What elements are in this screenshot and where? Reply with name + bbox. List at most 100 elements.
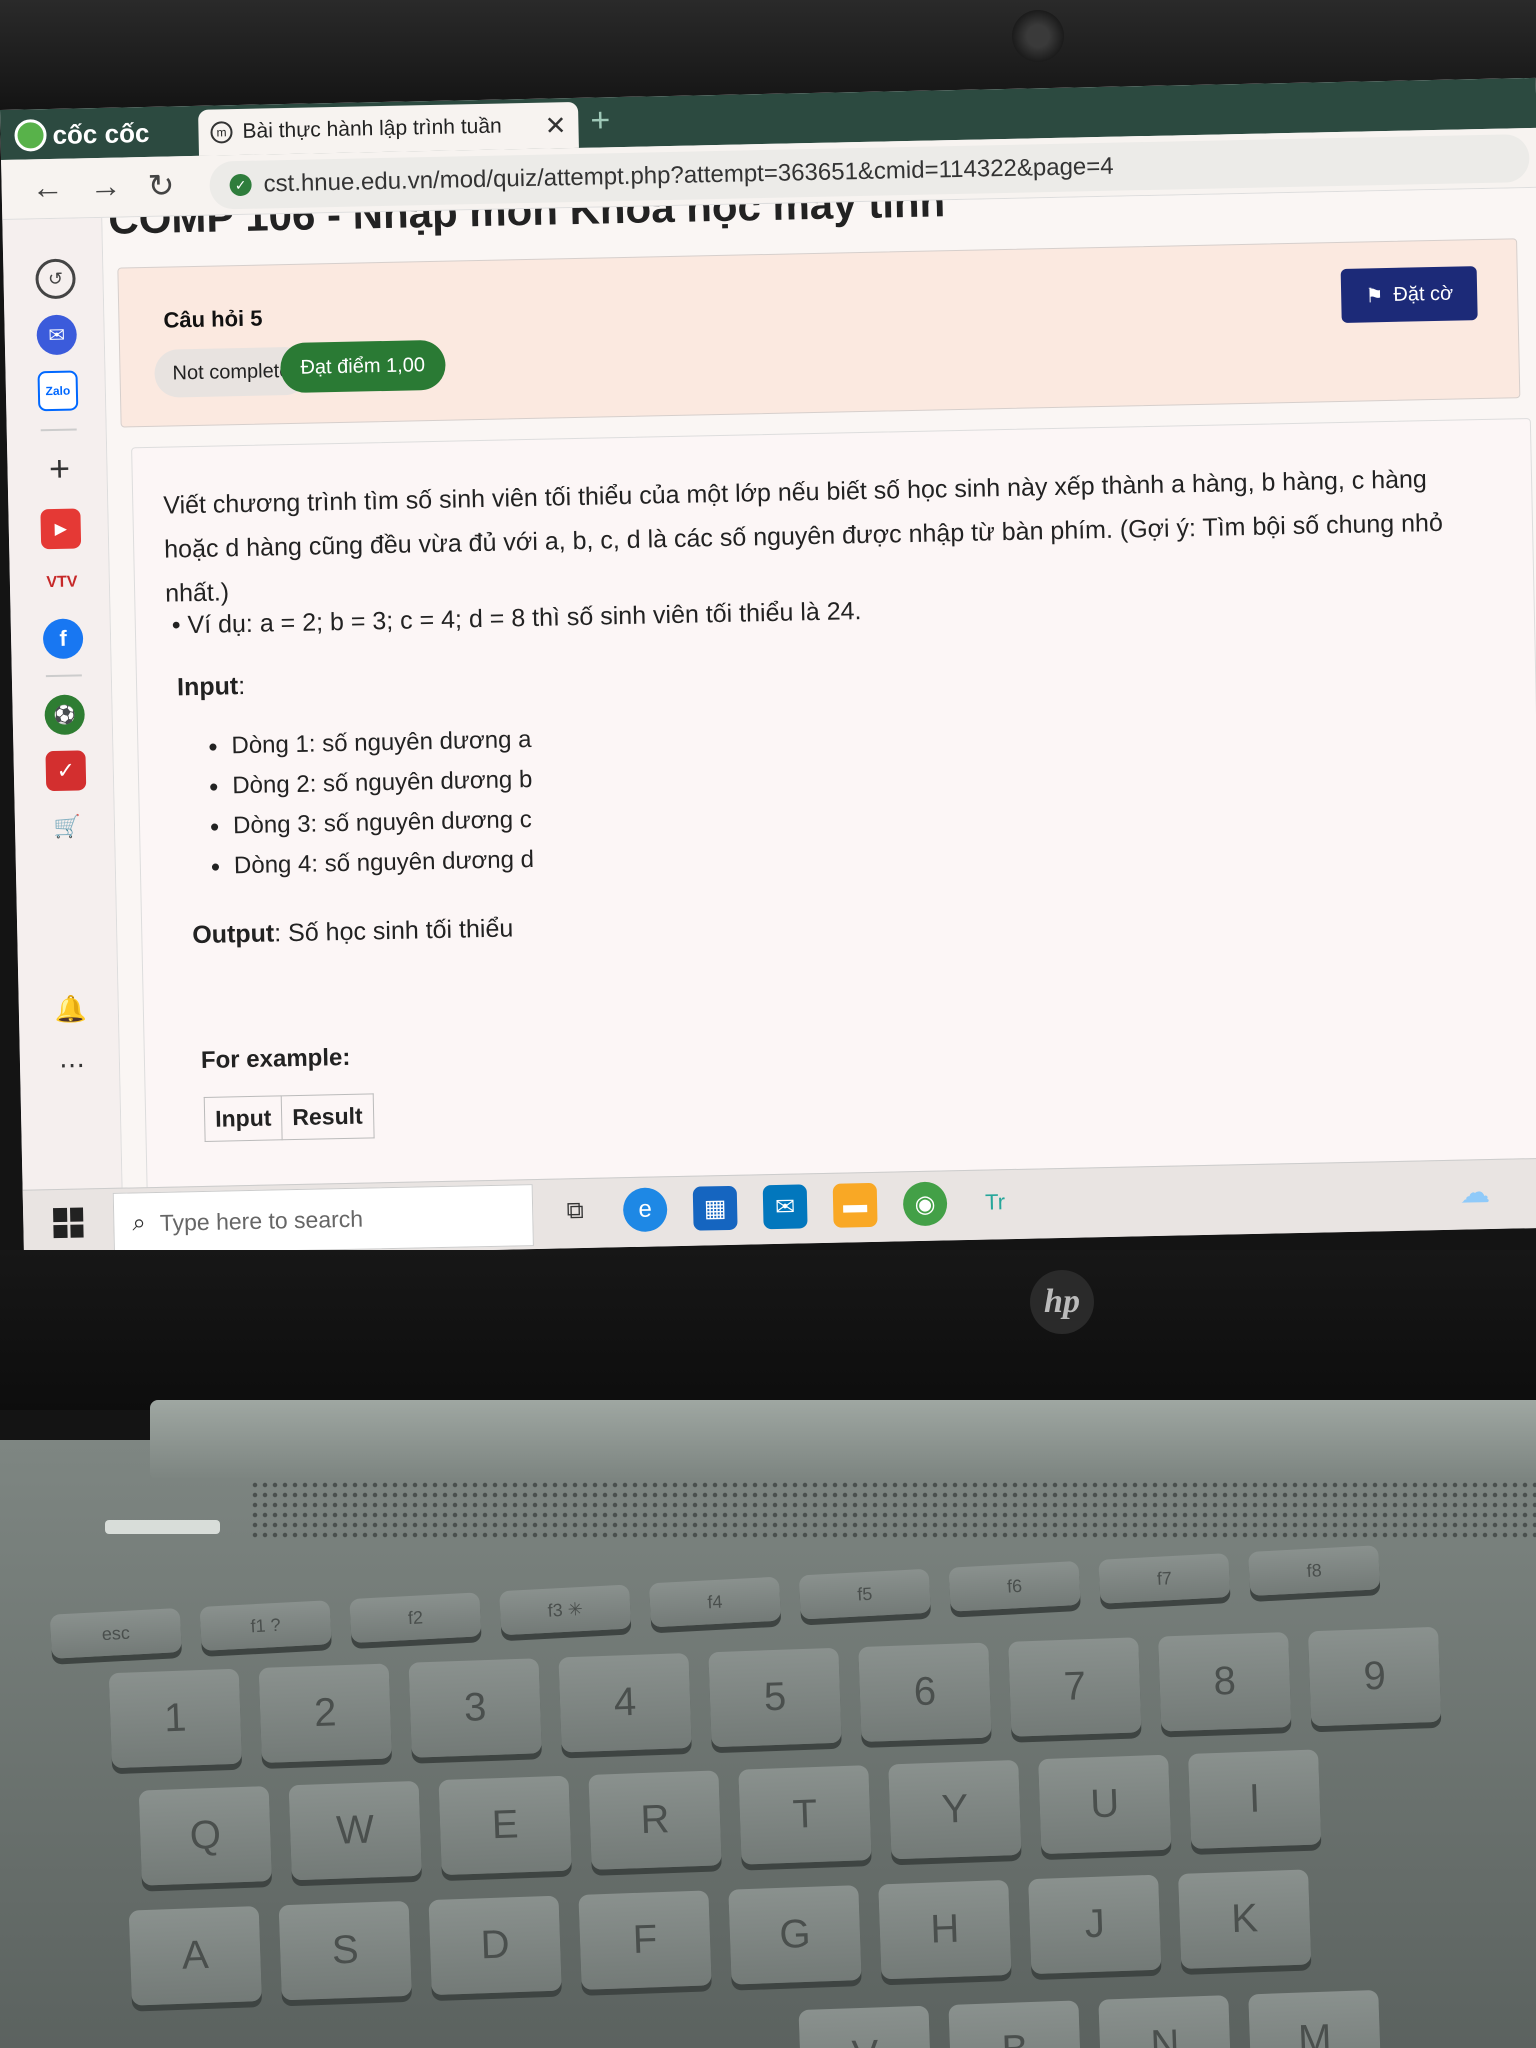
output-label: Output (192, 919, 275, 950)
keyboard-key[interactable]: T (738, 1765, 872, 1865)
keyboard-key[interactable]: R (588, 1770, 722, 1870)
keyboard-key[interactable]: N (1098, 1995, 1232, 2048)
text-app-icon[interactable]: Tr (973, 1180, 1018, 1225)
reload-icon[interactable]: ↻ (147, 166, 175, 205)
weather-cloud-icon[interactable]: ☁ (1453, 1170, 1498, 1215)
keyboard-key[interactable]: B (948, 2000, 1082, 2048)
tab-title: Bài thực hành lập trình tuần (242, 114, 502, 143)
keyboard-key[interactable]: W (288, 1780, 422, 1881)
add-icon[interactable]: + (39, 448, 80, 489)
hp-logo: hp (1030, 1270, 1094, 1334)
keyboard-key[interactable]: 6 (858, 1642, 992, 1743)
keyboard-key[interactable]: 1 (108, 1668, 242, 1769)
output-text: : Số học sinh tối thiểu (273, 914, 514, 948)
speaker-grille (250, 1480, 1536, 1540)
keyboard-key[interactable]: A (128, 1906, 262, 2006)
keyboard-key[interactable]: f6 (948, 1560, 1081, 1612)
keyboard-key[interactable]: H (878, 1879, 1012, 1980)
forward-icon[interactable]: → (89, 167, 122, 205)
search-placeholder: Type here to search (159, 1205, 364, 1236)
question-card: Viết chương trình tìm số sinh viên tối t… (131, 418, 1536, 1198)
laptop-screen: cốc cốc m Bài thực hành lập trình tuần ✕… (0, 77, 1536, 1260)
keyboard-key[interactable]: f2 (349, 1592, 482, 1644)
keyboard-key[interactable]: 8 (1158, 1632, 1292, 1732)
coccoc-brand[interactable]: cốc cốc (14, 117, 150, 152)
history-icon[interactable]: ↺ (35, 258, 76, 300)
sidebar-divider (45, 674, 82, 678)
notification-bell-icon[interactable]: 🔔 (50, 988, 91, 1029)
browser-tab[interactable]: m Bài thực hành lập trình tuần ✕ (198, 101, 579, 156)
mail-icon[interactable]: ✉ (762, 1184, 808, 1230)
webcam (1012, 10, 1064, 62)
keyboard-key[interactable]: f8 (1248, 1545, 1381, 1596)
flag-question-button[interactable]: ⚑ Đặt cờ (1340, 266, 1478, 323)
question-info-card: Câu hỏi 5 Not complete Đạt điểm 1,00 ⚑ Đ… (117, 238, 1521, 428)
keyboard-key[interactable]: esc (49, 1608, 182, 1659)
keyboard-key[interactable]: M (1248, 1989, 1382, 2048)
question-text: Viết chương trình tìm số sinh viên tối t… (163, 465, 1444, 608)
keyboard-key[interactable]: F (578, 1890, 712, 1990)
vtv-icon[interactable]: VTV (42, 562, 83, 603)
keyboard-key[interactable]: f5 (798, 1568, 931, 1620)
close-tab-icon[interactable]: ✕ (544, 110, 566, 141)
keyboard-key[interactable]: 9 (1308, 1626, 1442, 1727)
for-example-heading: For example: (200, 1043, 351, 1074)
table-header-row: Input Result (204, 1093, 374, 1142)
url-text: cst.hnue.edu.vn/mod/quiz/attempt.php?att… (263, 152, 1114, 198)
task-view-icon[interactable]: ⧉ (553, 1189, 598, 1234)
keyboard-key[interactable]: 7 (1008, 1637, 1142, 1737)
keyboard-key[interactable]: Q (138, 1786, 272, 1886)
messenger-icon[interactable]: ✉ (36, 314, 78, 356)
keyboard-key[interactable]: U (1038, 1754, 1172, 1855)
input-label: Input (176, 672, 239, 702)
coccoc-logo-icon (14, 119, 47, 152)
more-icon[interactable]: ⋯ (52, 1044, 93, 1085)
windows-start-icon[interactable] (53, 1207, 84, 1239)
facebook-icon[interactable]: f (42, 618, 84, 660)
search-icon: ⌕ (132, 1209, 147, 1237)
list-item: Dòng 2: số nguyên dương b (209, 760, 533, 807)
number-row: 1 2 3 4 5 6 7 8 9 (108, 1626, 1442, 1769)
microsoft-store-icon[interactable]: ▦ (692, 1185, 738, 1231)
keyboard-key[interactable]: E (438, 1775, 572, 1876)
keyboard-key[interactable]: 4 (558, 1652, 692, 1753)
keyboard-key[interactable]: f4 (648, 1576, 782, 1628)
keyboard-key[interactable]: V (798, 2005, 932, 2048)
input-colon: : (237, 671, 246, 701)
coccoc-taskbar-icon[interactable]: ◉ (902, 1181, 948, 1227)
checklist-icon[interactable]: ✓ (45, 750, 87, 792)
keyboard-key[interactable]: 5 (708, 1647, 842, 1748)
new-tab-icon[interactable]: + (590, 101, 611, 140)
moodle-favicon-icon: m (210, 121, 233, 144)
shopping-cart-icon[interactable]: 🛒 (47, 806, 88, 847)
zalo-icon[interactable]: Zalo (37, 370, 79, 412)
page-content: COMP 106 - Nhập môn Khoa học máy tính Câ… (102, 187, 1536, 1198)
edge-browser-icon[interactable]: e (622, 1187, 668, 1233)
file-explorer-icon[interactable]: ▬ (832, 1182, 878, 1228)
question-number: Câu hỏi 5 (163, 305, 263, 333)
keyboard-key[interactable]: K (1178, 1869, 1312, 1969)
keyboard-key[interactable]: 3 (408, 1658, 542, 1758)
keyboard-key[interactable]: S (278, 1900, 412, 2001)
keyboard-key[interactable]: G (728, 1885, 862, 1985)
football-icon[interactable]: ⚽ (44, 694, 86, 736)
back-icon[interactable]: ← (31, 169, 64, 207)
keyboard-key[interactable]: f3 ✳ (499, 1584, 632, 1636)
keyboard-key[interactable]: D (428, 1895, 562, 1996)
youtube-icon[interactable]: ▶ (40, 508, 82, 550)
keyboard-key[interactable]: I (1188, 1749, 1322, 1849)
input-list: Dòng 1: số nguyên dương a Dòng 2: số ngu… (208, 720, 534, 887)
keyboard-key[interactable]: Y (888, 1759, 1022, 1860)
keyboard-key[interactable]: 2 (258, 1663, 392, 1763)
keyboard-key[interactable]: f7 (1098, 1553, 1231, 1604)
power-indicator (105, 1520, 220, 1534)
flag-icon: ⚑ (1365, 284, 1384, 307)
input-heading: Input: (177, 672, 246, 702)
qwerty-row: Q W E R T Y U I (138, 1749, 1322, 1886)
taskbar-search-input[interactable]: ⌕ Type here to search (112, 1184, 534, 1255)
keyboard-key[interactable]: J (1028, 1874, 1162, 1975)
secure-lock-icon: ✓ (229, 173, 252, 197)
list-item: Dòng 4: số nguyên dương d (210, 840, 535, 887)
example-table: Input Result (204, 1093, 374, 1142)
keyboard-key[interactable]: f1 ? (199, 1600, 332, 1651)
